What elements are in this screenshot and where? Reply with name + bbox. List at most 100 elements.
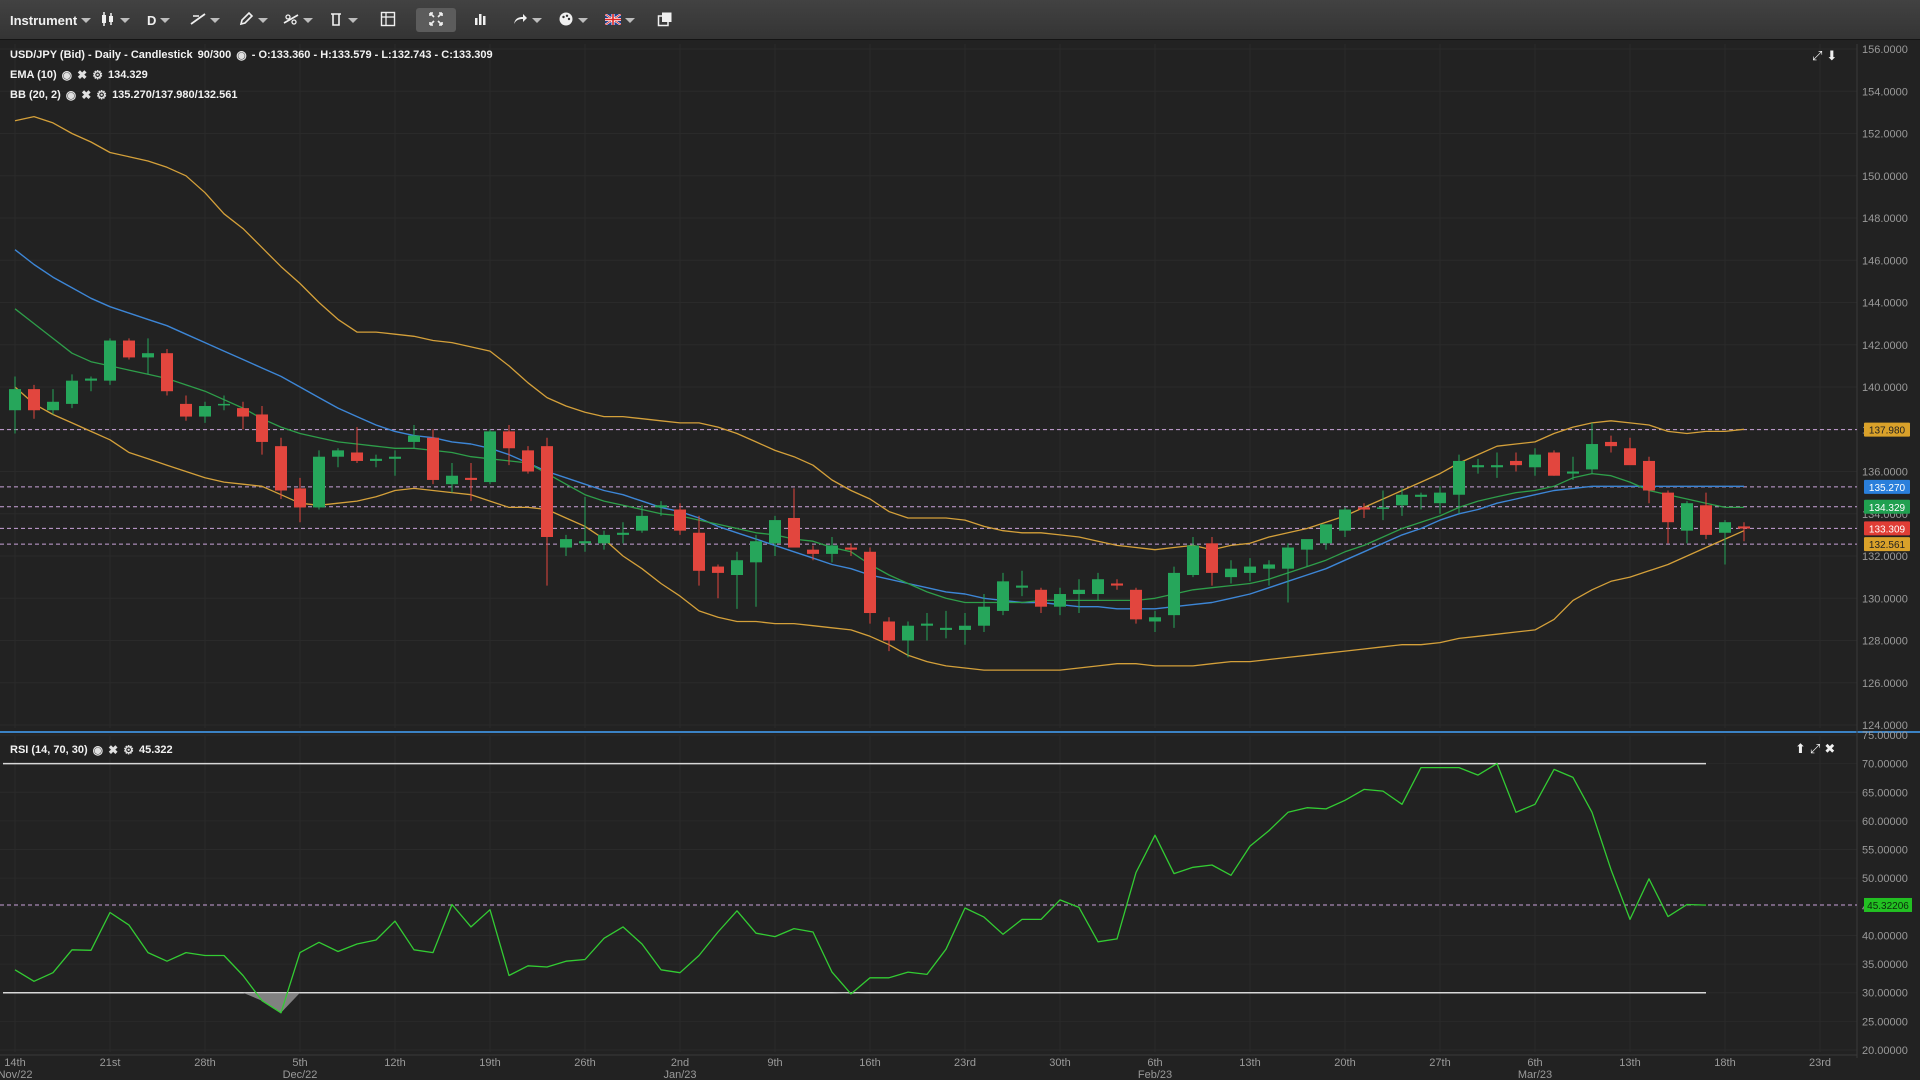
candle-body <box>579 541 591 544</box>
expand-icon[interactable]: ⤢ <box>1810 741 1820 757</box>
candle-body <box>978 606 990 626</box>
candle-body <box>1111 583 1123 586</box>
candle-body <box>142 353 154 358</box>
candle-body <box>237 408 249 417</box>
candle-body <box>750 541 762 563</box>
fibonacci-tools-dropdown[interactable] <box>283 8 313 32</box>
close-icon[interactable]: ✖ <box>77 68 87 82</box>
price-tick-label: 146.0000 <box>1862 255 1908 267</box>
time-tick-label: 5th <box>292 1057 307 1069</box>
candle-body <box>408 435 420 442</box>
rsi-tick-label: 50.00000 <box>1862 873 1908 885</box>
rsi-label: RSI (14, 70, 30) <box>10 744 88 756</box>
candle-body <box>1624 448 1636 466</box>
eye-icon[interactable]: ◉ <box>66 88 76 102</box>
ema-label: EMA (10) <box>10 69 57 81</box>
toolbar: Instrument D <box>0 0 1920 40</box>
candle-body <box>199 406 211 417</box>
indicators-button[interactable] <box>473 8 489 32</box>
candle-body <box>313 456 325 508</box>
price-tick-label: 140.0000 <box>1862 382 1908 394</box>
chart-type-dropdown[interactable] <box>100 8 130 32</box>
candlestick-icon <box>100 11 116 30</box>
candle-body <box>1016 585 1028 588</box>
instrument-title: USD/JPY (Bid) - Daily - Candlestick <box>10 49 193 61</box>
instrument-label: Instrument <box>10 12 78 28</box>
price-tick-label: 126.0000 <box>1862 678 1908 690</box>
price-tick-label: 154.0000 <box>1862 86 1908 98</box>
candle-body <box>1700 505 1712 535</box>
chevron-down-icon <box>303 17 313 23</box>
candle-body <box>66 380 78 404</box>
candle-body <box>484 431 496 483</box>
time-tick-label: 16th <box>859 1057 880 1069</box>
expand-icon[interactable]: ⤢ <box>1812 48 1822 64</box>
rsi-tick-label: 75.00000 <box>1862 730 1908 742</box>
gear-icon[interactable]: ⚙ <box>96 88 107 102</box>
pencil-icon <box>238 11 254 30</box>
candle-body <box>1738 526 1750 529</box>
candle-body <box>693 532 705 571</box>
candle-body <box>541 446 553 537</box>
price-level-tag-label: 133.309 <box>1869 524 1906 535</box>
language-dropdown[interactable] <box>604 8 635 32</box>
candle-body <box>1586 444 1598 470</box>
gear-icon[interactable]: ⚙ <box>123 743 134 757</box>
time-tick-label: 6th <box>1527 1057 1542 1069</box>
ema-legend: EMA (10) ◉ ✖ ⚙ 134.329 <box>10 68 148 82</box>
candle-body <box>1244 566 1256 573</box>
chevron-down-icon <box>578 17 588 23</box>
gear-icon[interactable]: ⚙ <box>92 68 103 82</box>
detach-window-button[interactable] <box>657 8 673 32</box>
rsi-tick-label: 65.00000 <box>1862 787 1908 799</box>
candle-body <box>883 621 895 641</box>
drawing-tools-dropdown[interactable] <box>238 8 268 32</box>
chevron-down-icon <box>348 17 358 23</box>
candle-body <box>123 340 135 358</box>
layout-button[interactable] <box>380 8 396 32</box>
candle-body <box>617 532 629 535</box>
candle-body <box>1130 589 1142 620</box>
rsi-tick-label: 55.00000 <box>1862 845 1908 857</box>
period-dropdown[interactable]: D <box>147 8 171 32</box>
close-icon[interactable]: ✖ <box>81 88 91 102</box>
move-up-icon[interactable]: ⬆ <box>1795 741 1806 757</box>
share-dropdown[interactable] <box>512 8 542 32</box>
instrument-dropdown[interactable]: Instrument <box>10 8 92 32</box>
time-tick-label: 23rd <box>954 1057 976 1069</box>
candle-body <box>161 353 173 392</box>
eye-icon[interactable]: ◉ <box>93 743 103 757</box>
price-tick-label: 156.0000 <box>1862 44 1908 56</box>
candle-body <box>275 446 287 491</box>
candle-body <box>256 414 268 442</box>
fit-chart-button[interactable] <box>416 8 456 32</box>
line-tools-dropdown[interactable] <box>190 8 220 32</box>
close-icon[interactable]: ✖ <box>108 743 118 757</box>
move-down-icon[interactable]: ⬇ <box>1826 48 1837 64</box>
price-level-tag-label: 132.561 <box>1869 540 1906 551</box>
candle-body <box>826 545 838 554</box>
candle-body <box>9 389 21 411</box>
rsi-tick-label: 25.00000 <box>1862 1016 1908 1028</box>
candle-body <box>180 403 192 417</box>
theme-dropdown[interactable] <box>558 8 588 32</box>
time-tick-label: 6th <box>1147 1057 1162 1069</box>
time-tick-sublabel: Nov/22 <box>0 1069 32 1080</box>
candle-body <box>1073 589 1085 595</box>
eye-icon[interactable]: ◉ <box>62 68 72 82</box>
price-tick-label: 142.0000 <box>1862 340 1908 352</box>
main-legend: USD/JPY (Bid) - Daily - Candlestick 90/3… <box>10 48 493 62</box>
chevron-down-icon <box>81 17 92 23</box>
time-tick-sublabel: Feb/23 <box>1138 1069 1172 1080</box>
rsi-pane-controls: ⬆ ⤢ ✖ <box>1795 741 1835 757</box>
candle-body <box>332 450 344 457</box>
eye-icon[interactable]: ◉ <box>236 48 246 62</box>
price-tick-label: 136.0000 <box>1862 467 1908 479</box>
chevron-down-icon <box>120 17 130 23</box>
candle-body <box>1662 492 1674 523</box>
rsi-value-tag-label: 45.32206 <box>1867 901 1909 912</box>
delete-tools-dropdown[interactable] <box>328 8 358 32</box>
chart-surface[interactable]: 156.0000 154.0000 152.0000 150.0000 148.0000… <box>0 40 1920 1080</box>
close-icon[interactable]: ✖ <box>1824 741 1835 757</box>
candle-body <box>1434 492 1446 504</box>
